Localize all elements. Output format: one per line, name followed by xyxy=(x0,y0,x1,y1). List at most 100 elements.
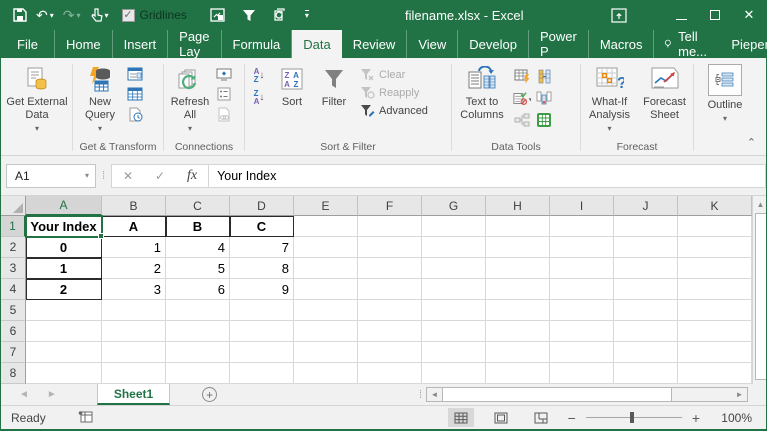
account-name[interactable]: Piepenbrei... xyxy=(721,37,767,52)
column-header-G[interactable]: G xyxy=(422,196,486,216)
cell-B1[interactable]: A xyxy=(102,216,166,237)
column-header-F[interactable]: F xyxy=(358,196,422,216)
next-sheet-button[interactable]: ► xyxy=(47,389,57,400)
tab-file[interactable]: File xyxy=(1,30,54,58)
new-sheet-button[interactable]: + xyxy=(202,387,217,402)
tell-me-button[interactable]: Tell me... xyxy=(654,29,721,59)
page-break-preview-button[interactable] xyxy=(528,408,554,427)
cell-E6[interactable] xyxy=(294,321,358,342)
zoom-out-button[interactable]: − xyxy=(568,410,576,426)
connections-button[interactable] xyxy=(215,66,233,82)
column-header-I[interactable]: I xyxy=(550,196,614,216)
cell-H3[interactable] xyxy=(486,258,550,279)
row-header-1[interactable]: 1 xyxy=(1,216,26,237)
cell-K7[interactable] xyxy=(678,342,752,363)
cell-J8[interactable] xyxy=(614,363,678,384)
cell-C3[interactable]: 5 xyxy=(166,258,230,279)
sort-descending-button[interactable]: ZA↓ xyxy=(254,90,265,106)
cell-A5[interactable] xyxy=(26,300,102,321)
cell-K2[interactable] xyxy=(678,237,752,258)
cell-D1[interactable]: C xyxy=(230,216,294,237)
zoom-in-button[interactable]: + xyxy=(692,410,700,426)
cell-D5[interactable] xyxy=(230,300,294,321)
reapply-filter-button[interactable]: Reapply xyxy=(360,86,448,99)
tab-scrollbar-divider[interactable]: ⁞ xyxy=(419,389,426,401)
cell-F8[interactable] xyxy=(358,363,422,384)
manage-data-model-button[interactable] xyxy=(535,112,553,128)
cell-C8[interactable] xyxy=(166,363,230,384)
refresh-all-button[interactable]: Refresh All ▾ xyxy=(165,60,215,136)
cell-G8[interactable] xyxy=(422,363,486,384)
cell-D7[interactable] xyxy=(230,342,294,363)
outline-button[interactable]: Outline ▾ xyxy=(695,60,755,136)
gridlines-checkbox[interactable]: ✓ Gridlines xyxy=(122,8,187,22)
row-header-8[interactable]: 8 xyxy=(1,363,26,384)
tab-data[interactable]: Data xyxy=(292,30,341,58)
ribbon-display-options-button[interactable] xyxy=(602,0,636,30)
cell-B8[interactable] xyxy=(102,363,166,384)
zoom-level[interactable]: 100% xyxy=(714,411,752,425)
cell-G5[interactable] xyxy=(422,300,486,321)
enter-button[interactable]: ✓ xyxy=(144,165,176,187)
cell-I1[interactable] xyxy=(550,216,614,237)
new-query-button[interactable]: New Query ▾ xyxy=(74,60,126,136)
cell-D8[interactable] xyxy=(230,363,294,384)
cell-E3[interactable] xyxy=(294,258,358,279)
properties-button[interactable] xyxy=(215,86,233,102)
cell-H5[interactable] xyxy=(486,300,550,321)
cell-I4[interactable] xyxy=(550,279,614,300)
scroll-right-icon[interactable]: ► xyxy=(732,388,747,401)
switch-windows-button[interactable] xyxy=(210,8,225,22)
cell-C5[interactable] xyxy=(166,300,230,321)
row-header-2[interactable]: 2 xyxy=(1,237,26,258)
normal-view-button[interactable] xyxy=(448,408,474,427)
horizontal-scroll-track[interactable] xyxy=(672,388,732,401)
scroll-up-icon[interactable]: ▲ xyxy=(753,196,766,212)
cell-H6[interactable] xyxy=(486,321,550,342)
get-external-data-button[interactable]: Get External Data ▾ xyxy=(3,60,71,136)
customize-qat-button[interactable]: ▾ xyxy=(305,10,309,20)
cell-F6[interactable] xyxy=(358,321,422,342)
cell-A7[interactable] xyxy=(26,342,102,363)
cell-F1[interactable] xyxy=(358,216,422,237)
cell-H1[interactable] xyxy=(486,216,550,237)
sort-ascending-button[interactable]: AZ↓ xyxy=(254,68,265,84)
column-header-C[interactable]: C xyxy=(166,196,230,216)
tab-home[interactable]: Home xyxy=(54,30,113,58)
cell-E1[interactable] xyxy=(294,216,358,237)
cell-C2[interactable]: 4 xyxy=(166,237,230,258)
horizontal-scrollbar[interactable]: ◄ ► xyxy=(426,387,748,402)
column-header-K[interactable]: K xyxy=(678,196,752,216)
filter-button[interactable]: Filter xyxy=(312,60,356,136)
cell-D6[interactable] xyxy=(230,321,294,342)
cell-K6[interactable] xyxy=(678,321,752,342)
cell-K5[interactable] xyxy=(678,300,752,321)
row-header-4[interactable]: 4 xyxy=(1,279,26,300)
sort-button[interactable]: ZAAZ Sort xyxy=(272,60,312,136)
cell-F3[interactable] xyxy=(358,258,422,279)
cell-A8[interactable] xyxy=(26,363,102,384)
cell-J7[interactable] xyxy=(614,342,678,363)
minimize-button[interactable] xyxy=(664,0,698,30)
fill-handle[interactable] xyxy=(98,233,104,239)
cell-I3[interactable] xyxy=(550,258,614,279)
cell-K3[interactable] xyxy=(678,258,752,279)
tab-macros[interactable]: Macros xyxy=(589,30,655,58)
tab-view[interactable]: View xyxy=(407,30,458,58)
row-header-6[interactable]: 6 xyxy=(1,321,26,342)
tab-page-layout[interactable]: Page Lay xyxy=(168,30,221,58)
maximize-button[interactable] xyxy=(698,0,732,30)
select-all-button[interactable] xyxy=(1,196,26,216)
column-header-J[interactable]: J xyxy=(614,196,678,216)
cell-H7[interactable] xyxy=(486,342,550,363)
scroll-left-icon[interactable]: ◄ xyxy=(427,388,442,401)
cell-D4[interactable]: 9 xyxy=(230,279,294,300)
undo-button[interactable]: ↶▾ xyxy=(36,7,54,24)
cell-D2[interactable]: 7 xyxy=(230,237,294,258)
collapse-ribbon-button[interactable]: ⌃ xyxy=(747,136,756,149)
cell-C1[interactable]: B xyxy=(166,216,230,237)
cell-A2[interactable]: 0 xyxy=(26,237,102,258)
name-box[interactable]: A1 ▾ xyxy=(6,164,96,188)
cell-J3[interactable] xyxy=(614,258,678,279)
previous-sheet-button[interactable]: ◄ xyxy=(19,389,29,400)
